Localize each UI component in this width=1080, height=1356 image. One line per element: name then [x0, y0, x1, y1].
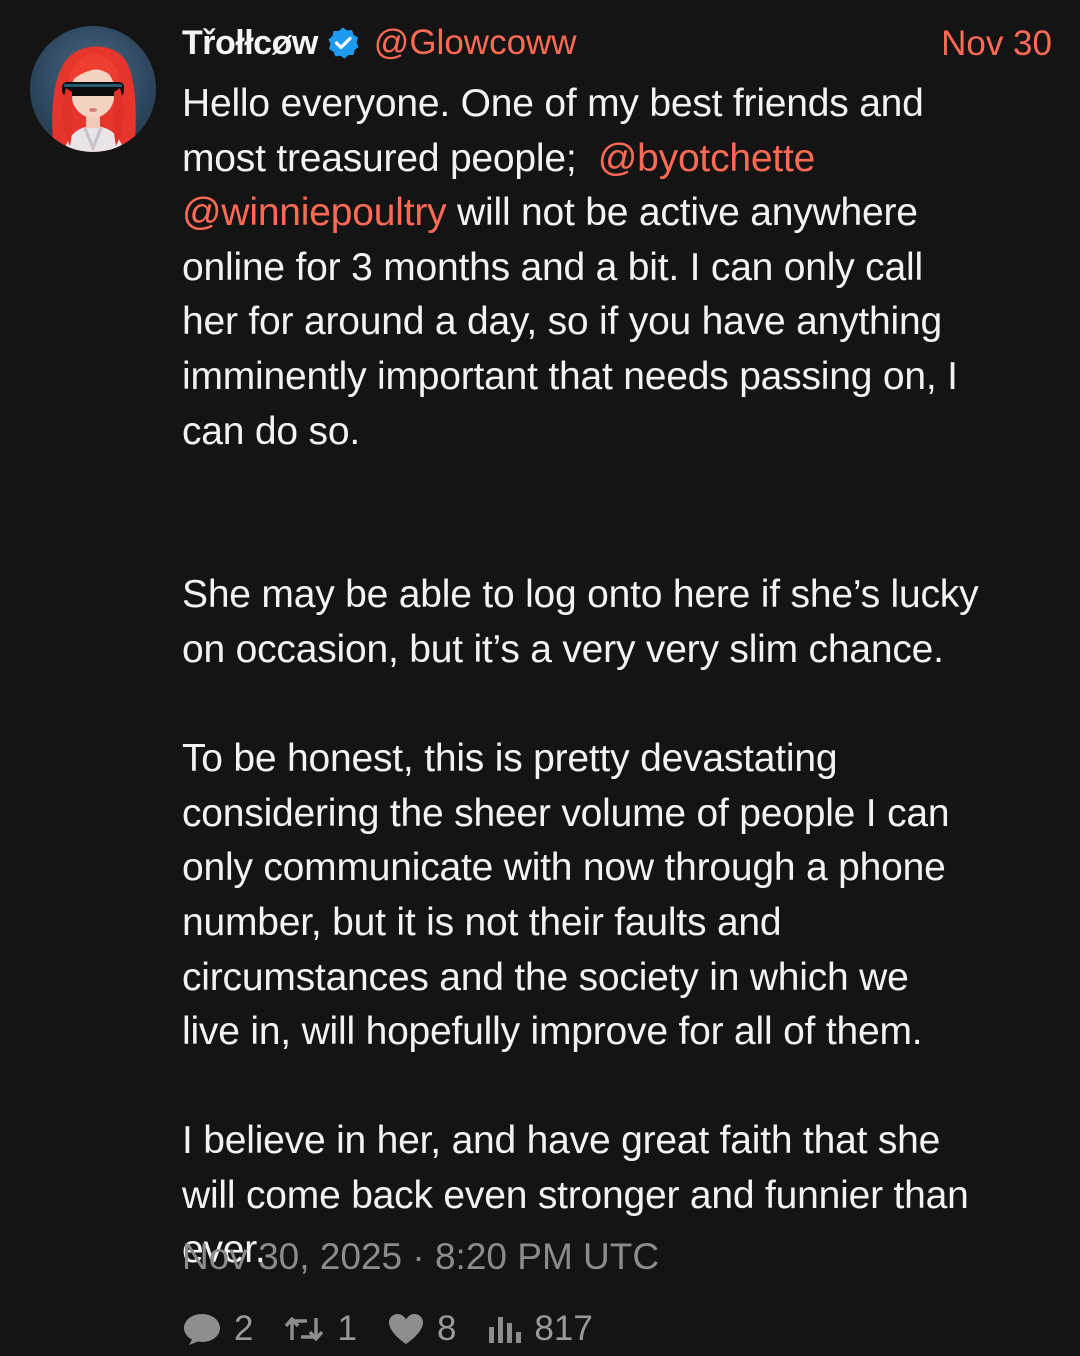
verified-badge-icon: [326, 26, 360, 60]
post-text-line: number, but it is not their faults and: [182, 896, 1062, 951]
post: Třołłcøw @Glowcoww Nov 30 Hello everyone…: [0, 0, 1080, 1356]
post-text: live in, will hopefully improve for all …: [182, 1010, 923, 1054]
post-text: imminently important that needs passing …: [182, 354, 958, 398]
post-timestamp[interactable]: Nov 30, 2025 · 8:20 PM UTC: [182, 1236, 659, 1278]
post-text-line: on occasion, but it’s a very very slim c…: [182, 623, 1062, 678]
post-text: only communicate with now through a phon…: [182, 846, 946, 890]
author-handle[interactable]: @Glowcoww: [374, 23, 577, 63]
repost-count: 1: [337, 1309, 357, 1348]
post-text: considering the sheer volume of people I…: [182, 791, 950, 835]
post-text-line: live in, will hopefully improve for all …: [182, 1005, 1062, 1060]
display-name[interactable]: Třołłcøw: [182, 24, 318, 63]
heart-icon: [388, 1314, 423, 1344]
post-text-line: She may be able to log onto here if she’…: [182, 568, 1062, 623]
post-text-line: To be honest, this is pretty devastating: [182, 732, 1062, 787]
post-text-line: will come back even stronger and funnier…: [182, 1169, 1062, 1224]
post-text: I believe in her, and have great faith t…: [182, 1119, 941, 1163]
post-text-line: circumstances and the society in which w…: [182, 951, 1062, 1006]
post-text-line: her for around a day, so if you have any…: [182, 295, 1062, 350]
post-text-line: online for 3 months and a bit. I can onl…: [182, 241, 1062, 296]
post-text: Hello everyone. One of my best friends a…: [182, 82, 924, 125]
views-button[interactable]: 817: [486, 1309, 593, 1349]
bar-chart-icon: [489, 1317, 522, 1343]
post-text-line: considering the sheer volume of people I…: [182, 787, 1062, 842]
post-text-line: @winniepoultry will not be active anywhe…: [182, 186, 1062, 241]
repost-button[interactable]: 1: [283, 1309, 357, 1349]
post-text-line: I believe in her, and have great faith t…: [182, 1114, 1062, 1169]
post-text: on occasion, but it’s a very very slim c…: [182, 627, 944, 671]
action-bar: 2 1 8 817: [182, 1305, 623, 1353]
post-text: number, but it is not their faults and: [182, 900, 782, 944]
post-text-line: imminently important that needs passing …: [182, 350, 1062, 405]
avatar-redhair-visor-icon: [52, 46, 136, 152]
like-count: 8: [436, 1309, 457, 1348]
comment-icon: [184, 1314, 220, 1345]
post-text-line: most treasured people; @byotchette: [182, 132, 1062, 187]
post-body: Hello everyone. One of my best friends a…: [182, 77, 1062, 1278]
post-text-line: Hello everyone. One of my best friends a…: [182, 77, 1062, 132]
post-text: her for around a day, so if you have any…: [182, 300, 942, 344]
post-date-short[interactable]: Nov 30: [941, 24, 1052, 64]
post-text: can do so.: [182, 409, 360, 453]
post-text: will not be active anywhere: [446, 191, 918, 235]
post-header: Třołłcøw @Glowcoww Nov 30: [182, 18, 1052, 68]
post-text: most treasured people;: [182, 136, 598, 180]
post-text: online for 3 months and a bit. I can onl…: [182, 245, 923, 289]
post-text: circumstances and the society in which w…: [182, 955, 909, 999]
post-text: To be honest, this is pretty devastating: [182, 737, 838, 781]
avatar[interactable]: [30, 26, 156, 152]
mention-link[interactable]: @winniepoultry: [182, 191, 447, 234]
like-button[interactable]: 8: [387, 1309, 456, 1349]
post-text: She may be able to log onto here if she’…: [182, 573, 979, 617]
post-text: will come back even stronger and funnier…: [182, 1173, 969, 1217]
mention-link[interactable]: @byotchette: [598, 137, 816, 180]
post-text-line: can do so.: [182, 405, 1062, 460]
repost-icon: [285, 1317, 324, 1341]
view-count: 817: [534, 1309, 593, 1348]
reply-button[interactable]: 2: [182, 1309, 253, 1349]
post-text-line: only communicate with now through a phon…: [182, 841, 1062, 896]
reply-count: 2: [234, 1309, 254, 1348]
